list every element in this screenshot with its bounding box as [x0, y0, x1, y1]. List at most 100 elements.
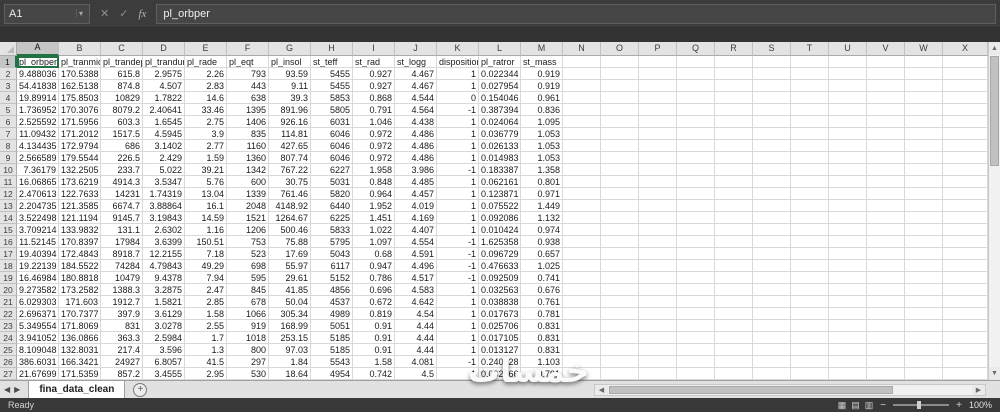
cell-E18[interactable]: 49.29	[185, 260, 227, 272]
cell-X5[interactable]	[943, 104, 988, 116]
cell-R18[interactable]	[715, 260, 753, 272]
cell-S6[interactable]	[753, 116, 791, 128]
cell-B24[interactable]: 136.0866	[59, 332, 101, 344]
cell-T3[interactable]	[791, 80, 829, 92]
cell-K10[interactable]: -1	[437, 164, 479, 176]
cell-G3[interactable]: 9.11	[269, 80, 311, 92]
cell-A11[interactable]: 16.06865	[17, 176, 59, 188]
cell-B3[interactable]: 162.5138	[59, 80, 101, 92]
cell-N23[interactable]	[563, 320, 601, 332]
cell-V12[interactable]	[867, 188, 905, 200]
cell-I10[interactable]: 1.958	[353, 164, 395, 176]
cell-W9[interactable]	[905, 152, 943, 164]
cell-C12[interactable]: 14231	[101, 188, 143, 200]
row-header-16[interactable]: 16	[0, 236, 17, 248]
cell-H16[interactable]: 5795	[311, 236, 353, 248]
cell-E15[interactable]: 1.16	[185, 224, 227, 236]
cell-O12[interactable]	[601, 188, 639, 200]
cell-N14[interactable]	[563, 212, 601, 224]
row-header-20[interactable]: 20	[0, 284, 17, 296]
cell-V24[interactable]	[867, 332, 905, 344]
cell-J22[interactable]: 4.54	[395, 308, 437, 320]
cell-S23[interactable]	[753, 320, 791, 332]
cell-B21[interactable]: 171.603	[59, 296, 101, 308]
cell-K4[interactable]: 0	[437, 92, 479, 104]
cell-S12[interactable]	[753, 188, 791, 200]
cell-X19[interactable]	[943, 272, 988, 284]
cell-C17[interactable]: 8918.7	[101, 248, 143, 260]
cell-P14[interactable]	[639, 212, 677, 224]
column-header-H[interactable]: H	[311, 42, 353, 56]
cell-P4[interactable]	[639, 92, 677, 104]
column-header-D[interactable]: D	[143, 42, 185, 56]
cell-N20[interactable]	[563, 284, 601, 296]
cell-M23[interactable]: 0.831	[521, 320, 563, 332]
cell-B22[interactable]: 170.7377	[59, 308, 101, 320]
cell-N6[interactable]	[563, 116, 601, 128]
cell-R11[interactable]	[715, 176, 753, 188]
cell-V17[interactable]	[867, 248, 905, 260]
cell-N19[interactable]	[563, 272, 601, 284]
cell-O18[interactable]	[601, 260, 639, 272]
enter-icon[interactable]: ✓	[119, 7, 128, 20]
cell-G8[interactable]: 427.65	[269, 140, 311, 152]
cell-G4[interactable]: 39.3	[269, 92, 311, 104]
cell-M12[interactable]: 0.971	[521, 188, 563, 200]
vertical-scroll-track[interactable]	[989, 55, 1000, 367]
cell-N7[interactable]	[563, 128, 601, 140]
cell-D2[interactable]: 2.9575	[143, 68, 185, 80]
cell-R13[interactable]	[715, 200, 753, 212]
cell-T21[interactable]	[791, 296, 829, 308]
cell-B5[interactable]: 170.3076	[59, 104, 101, 116]
cell-Q24[interactable]	[677, 332, 715, 344]
cell-Q3[interactable]	[677, 80, 715, 92]
cell-O20[interactable]	[601, 284, 639, 296]
cell-A21[interactable]: 6.029303	[17, 296, 59, 308]
cell-D11[interactable]: 3.5347	[143, 176, 185, 188]
cell-H25[interactable]: 5185	[311, 344, 353, 356]
cell-E8[interactable]: 2.77	[185, 140, 227, 152]
cell-R1[interactable]	[715, 56, 753, 68]
cell-K7[interactable]: 1	[437, 128, 479, 140]
cell-D17[interactable]: 12.2155	[143, 248, 185, 260]
cell-E4[interactable]: 14.6	[185, 92, 227, 104]
cell-J27[interactable]: 4.5	[395, 368, 437, 380]
cell-J12[interactable]: 4.457	[395, 188, 437, 200]
cell-D20[interactable]: 3.2875	[143, 284, 185, 296]
cell-W7[interactable]	[905, 128, 943, 140]
cell-G19[interactable]: 29.61	[269, 272, 311, 284]
cell-L4[interactable]: 0.154046	[479, 92, 521, 104]
cell-A22[interactable]: 2.696371	[17, 308, 59, 320]
cell-U25[interactable]	[829, 344, 867, 356]
row-header-6[interactable]: 6	[0, 116, 17, 128]
cell-A7[interactable]: 11.09432	[17, 128, 59, 140]
cell-I20[interactable]: 0.696	[353, 284, 395, 296]
cell-T16[interactable]	[791, 236, 829, 248]
cell-S13[interactable]	[753, 200, 791, 212]
cell-I18[interactable]: 0.947	[353, 260, 395, 272]
cell-O15[interactable]	[601, 224, 639, 236]
cell-S14[interactable]	[753, 212, 791, 224]
cell-Q25[interactable]	[677, 344, 715, 356]
cell-C8[interactable]: 686	[101, 140, 143, 152]
cell-D5[interactable]: 2.40641	[143, 104, 185, 116]
cell-K5[interactable]: -1	[437, 104, 479, 116]
cell-D1[interactable]: pl_trandur	[143, 56, 185, 68]
cell-C23[interactable]: 831	[101, 320, 143, 332]
cell-W5[interactable]	[905, 104, 943, 116]
cell-Q15[interactable]	[677, 224, 715, 236]
cell-P16[interactable]	[639, 236, 677, 248]
cell-M15[interactable]: 0.974	[521, 224, 563, 236]
cell-F13[interactable]: 2048	[227, 200, 269, 212]
sheet-tab-fina-data-clean[interactable]: fina_data_clean	[28, 381, 126, 398]
cell-U24[interactable]	[829, 332, 867, 344]
cell-C26[interactable]: 24927	[101, 356, 143, 368]
cell-U8[interactable]	[829, 140, 867, 152]
cell-C4[interactable]: 10829	[101, 92, 143, 104]
cell-P1[interactable]	[639, 56, 677, 68]
cell-K14[interactable]: 1	[437, 212, 479, 224]
horizontal-scrollbar[interactable]: ◀ ▶	[594, 383, 986, 396]
cell-U7[interactable]	[829, 128, 867, 140]
column-header-K[interactable]: K	[437, 42, 479, 56]
cell-V27[interactable]	[867, 368, 905, 380]
